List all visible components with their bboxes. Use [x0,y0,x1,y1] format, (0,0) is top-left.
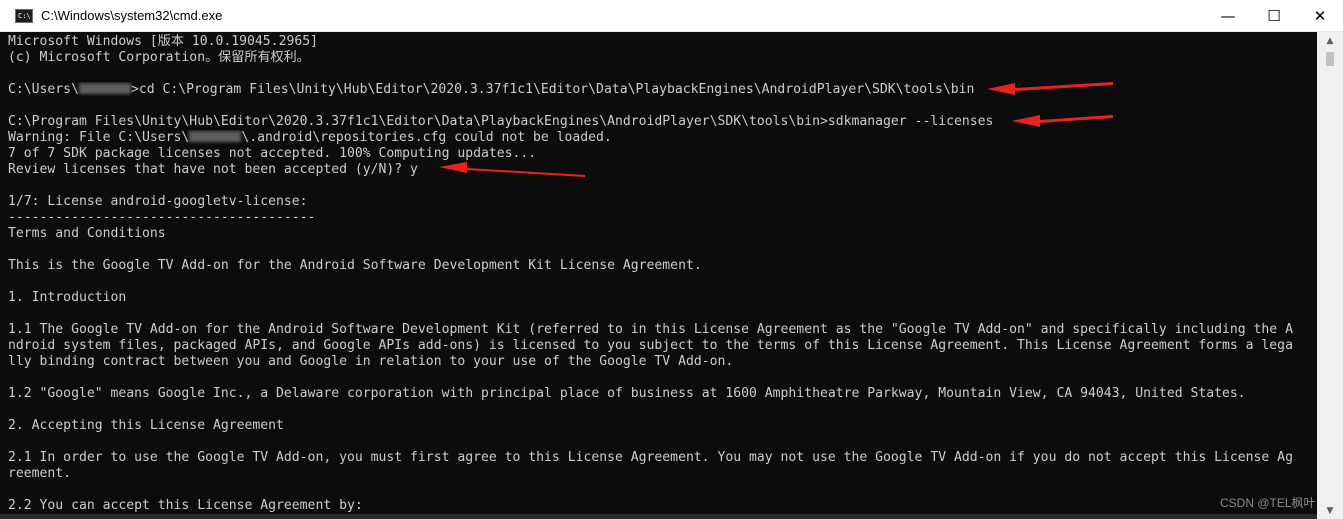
bottom-edge [0,514,1317,519]
minimize-button[interactable]: — [1205,0,1251,31]
redacted-username [78,83,131,94]
terminal-line: 1.1 The Google TV Add-on for the Android… [8,322,1293,337]
terminal-line: C:\Program Files\Unity\Hub\Editor\2020.3… [8,114,994,129]
redacted-username [189,131,242,142]
terminal-line: This is the Google TV Add-on for the And… [8,258,702,273]
close-button[interactable]: ✕ [1297,0,1343,31]
terminal-line-part: C:\Users\ [8,82,79,97]
terminal-line: 2.1 In order to use the Google TV Add-on… [8,450,1293,465]
terminal-line-part: >cd C:\Program Files\Unity\Hub\Editor\20… [130,82,975,97]
terminal-line: C:\Users\ >cd C:\Program Files\Unity\Hub\… [8,82,1317,98]
terminal-line: 1. Introduction [8,290,127,305]
terminal-line: lly binding contract between you and Goo… [8,354,734,369]
terminal-line: 1/7: License android-googletv-license: [8,194,308,209]
terminal-line: 2. Accepting this License Agreement [8,418,284,433]
window-title: C:\Windows\system32\cmd.exe [41,8,223,23]
terminal-line: --------------------------------------- [8,210,316,225]
maximize-button[interactable]: ☐ [1251,0,1297,31]
terminal-line: ndroid system files, packaged APIs, and … [8,338,1293,353]
annotation-arrow-cd [987,82,1113,95]
window-titlebar[interactable]: C:\ C:\Windows\system32\cmd.exe — ☐ ✕ [0,0,1343,32]
terminal-line: Microsoft Windows [版本 10.0.19045.2965] [8,34,318,49]
scroll-thumb[interactable] [1326,52,1334,66]
terminal-line: (c) Microsoft Corporation。保留所有权利。 [8,50,310,65]
terminal-line: Warning: File C:\Users\ \.android\reposit… [8,130,1317,146]
csdn-watermark: CSDN @TEL枫叶 [1220,496,1316,510]
annotation-arrow-review [439,162,585,177]
scroll-down-icon[interactable]: ▼ [1317,502,1343,519]
window-controls: — ☐ ✕ [1205,0,1343,31]
terminal-line: Terms and Conditions [8,226,166,241]
terminal-line-part: \.android\repositories.cfg could not be … [241,130,612,145]
terminal-line: reement. [8,466,72,481]
cmd-app-icon[interactable]: C:\ [15,8,33,23]
terminal-line: 2.2 You can accept this License Agreemen… [8,498,363,513]
terminal-line-part: Warning: File C:\Users\ [8,130,190,145]
terminal-line: 1.2 "Google" means Google Inc., a Delawa… [8,386,1246,401]
terminal-output[interactable]: Microsoft Windows [版本 10.0.19045.2965] (c… [0,32,1317,519]
vertical-scrollbar[interactable]: ▲ ▼ [1317,32,1343,519]
scroll-up-icon[interactable]: ▲ [1317,32,1343,49]
terminal-line: 7 of 7 SDK package licenses not accepted… [8,146,537,161]
terminal-line: Review licenses that have not been accep… [8,162,418,177]
annotation-arrow-sdkmanager [1012,115,1113,127]
